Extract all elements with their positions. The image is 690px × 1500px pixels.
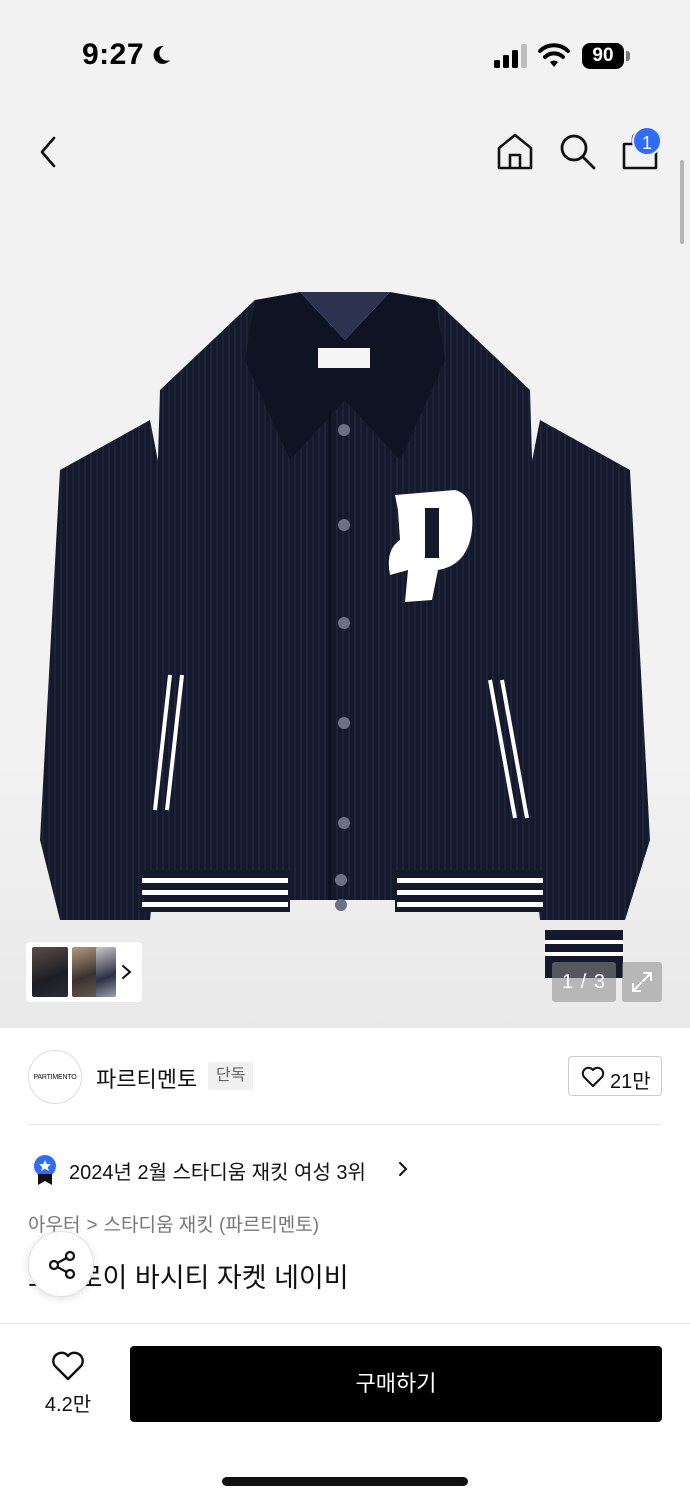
purchase-bar: 4.2만 구매하기: [0, 1323, 690, 1500]
battery-level: 90: [582, 43, 624, 69]
scroll-indicator: [680, 160, 684, 244]
cellular-signal-icon: [494, 44, 527, 68]
breadcrumb-subcategory[interactable]: 스타디움 재킷 (파르티멘토): [104, 1215, 320, 1236]
thumbnail-image[interactable]: [96, 947, 116, 997]
status-time: 9:27: [82, 38, 145, 71]
brand-name[interactable]: 파르티멘토: [96, 1062, 197, 1094]
breadcrumb-separator: >: [86, 1215, 98, 1236]
battery-indicator: 90: [582, 43, 630, 69]
wishlist-button[interactable]: 4.2만: [30, 1346, 106, 1422]
brand-row: PARTIMENTO 파르티멘토 단독 21만: [0, 1028, 690, 1126]
heart-icon: [52, 1351, 84, 1381]
product-gallery[interactable]: 1 1 / 3: [0, 110, 690, 1028]
brand-like-count: 21만: [610, 1071, 651, 1093]
image-page-counter: 1 / 3: [552, 962, 616, 1002]
exclusive-tag: 단독: [208, 1062, 254, 1090]
moon-icon: [153, 45, 170, 64]
heart-icon: [581, 1066, 605, 1087]
back-arrow-icon[interactable]: [30, 132, 70, 172]
wifi-icon: [538, 43, 570, 67]
cart-count-badge: 1: [632, 126, 662, 156]
ranking-link[interactable]: 2024년 2월 스타디움 재킷 여성 3위: [28, 1152, 628, 1186]
share-icon: [48, 1250, 76, 1280]
thumbnail-strip[interactable]: [26, 942, 142, 1002]
search-icon[interactable]: [556, 130, 598, 172]
brand-logo[interactable]: PARTIMENTO: [28, 1050, 82, 1104]
brand-like-button[interactable]: 21만: [568, 1056, 662, 1096]
expand-icon: [632, 972, 652, 992]
divider: [28, 1124, 662, 1125]
battery-cap: [626, 51, 630, 61]
home-indicator: [222, 1477, 468, 1486]
wishlist-count: 4.2만: [44, 1394, 92, 1416]
ranking-badge-icon: [34, 1155, 56, 1185]
buy-button[interactable]: 구매하기: [130, 1346, 662, 1422]
chevron-right-icon: [399, 1162, 408, 1176]
share-button[interactable]: [28, 1231, 94, 1297]
product-image[interactable]: [0, 280, 690, 1000]
status-bar: 9:27 90: [0, 0, 690, 110]
fullscreen-button[interactable]: [622, 962, 662, 1002]
chevron-right-icon[interactable]: [120, 958, 134, 986]
thumbnail-image[interactable]: [32, 947, 68, 997]
home-icon[interactable]: [494, 130, 536, 172]
ranking-text: 2024년 2월 스타디움 재킷 여성 3위: [69, 1162, 366, 1184]
